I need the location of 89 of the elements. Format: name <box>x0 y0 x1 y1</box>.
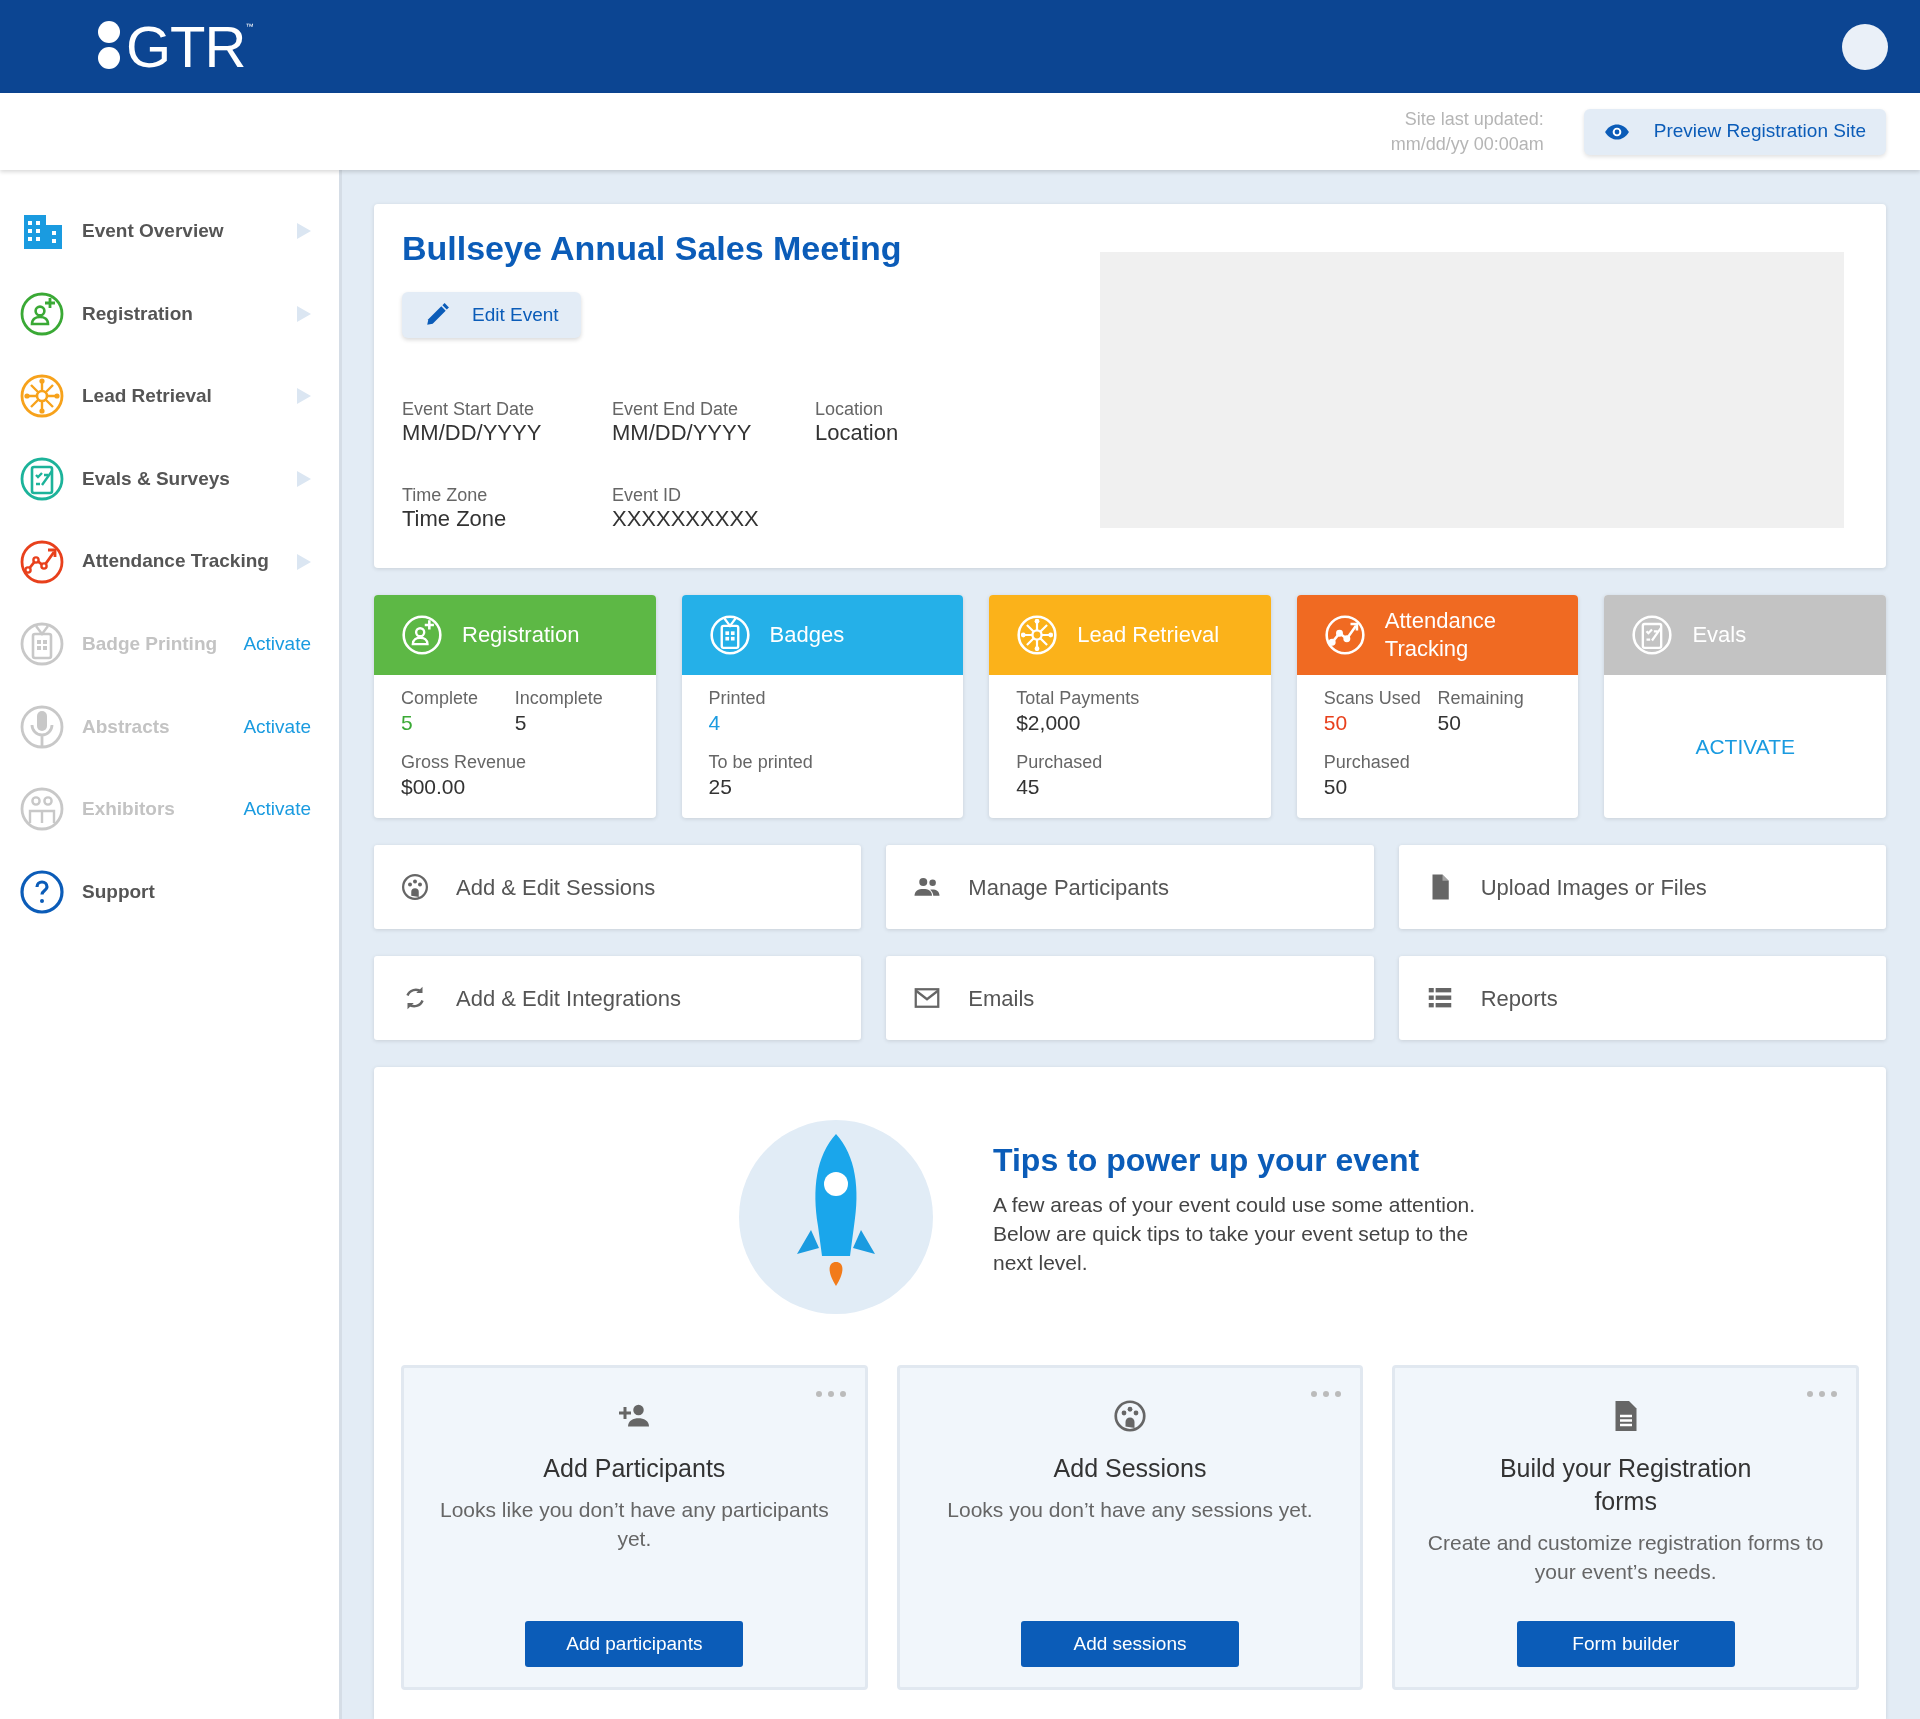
stat-value: 50 <box>1323 774 1349 800</box>
more-icon[interactable] <box>1806 1390 1838 1398</box>
field-label: Event Start Date <box>402 398 536 420</box>
last-updated-label: Site last updated: <box>1404 107 1544 131</box>
tip-action-button[interactable]: Add participants <box>525 1621 744 1667</box>
sidebar-label: Exhibitors <box>82 797 176 822</box>
sidebar-label: Attendance Tracking <box>82 549 270 574</box>
stat-value: 25 <box>708 774 733 800</box>
action-button[interactable]: Upload Images or Files <box>1398 845 1886 929</box>
sidebar-label: Lead Retrieval <box>82 384 213 409</box>
field-label: Event ID <box>612 484 683 506</box>
field-label: Event End Date <box>612 398 740 420</box>
tip-card-text: Looks you don’t have any sessions yet. <box>947 1497 1313 1523</box>
stat-label: Remaining <box>1437 687 1525 709</box>
person-add-icon <box>400 613 444 657</box>
stat-value: 50 <box>1323 710 1349 736</box>
more-icon[interactable] <box>1310 1390 1343 1398</box>
field-value: Location <box>815 420 900 446</box>
action-button[interactable]: Add & Edit Sessions <box>374 845 862 929</box>
sidebar-label: Support <box>82 879 156 904</box>
sidebar-label: Abstracts <box>82 714 171 739</box>
stat-label: Scans Used <box>1323 687 1422 709</box>
chart-icon <box>1322 613 1367 657</box>
sidebar-item[interactable]: Registration <box>0 272 339 356</box>
stat-value: 5 <box>401 710 414 736</box>
field-value: MM/DD/YYYY <box>402 420 543 446</box>
action-button[interactable]: Manage Participants <box>886 845 1374 929</box>
expand-arrow-icon <box>297 471 311 488</box>
action-button[interactable]: Add & Edit Integrations <box>374 956 862 1040</box>
avatar[interactable] <box>1842 23 1888 70</box>
tips-title: Tips to power up your event <box>993 1141 1421 1180</box>
badge-icon <box>707 613 752 657</box>
stat-label: Total Payments <box>1016 687 1141 709</box>
stat-label: Complete <box>401 687 480 709</box>
sidebar-label: Event Overview <box>82 219 225 244</box>
card-title: Evals <box>1692 621 1747 649</box>
tip-card-title: Build your Registration forms <box>1498 1453 1753 1517</box>
stat-value: 45 <box>1016 774 1041 800</box>
card-title: Attendance Tracking <box>1384 607 1498 663</box>
field-value: XXXXXXXXXX <box>612 506 760 532</box>
card-title: Badges <box>769 621 845 649</box>
expand-arrow-icon <box>297 305 311 322</box>
sidebar-item[interactable]: Evals & Surveys <box>0 437 339 521</box>
expand-arrow-icon <box>297 553 311 570</box>
clipboard-icon <box>1630 613 1675 657</box>
stat-label: Printed <box>708 687 767 709</box>
tip-card-title: Add Sessions <box>1052 1453 1208 1484</box>
sidebar-label: Registration <box>82 301 194 326</box>
stat-value: 5 <box>514 710 528 736</box>
stat-value: 50 <box>1437 710 1462 736</box>
stat-label: Purchased <box>1323 751 1411 773</box>
sidebar-label: Evals & Surveys <box>82 466 231 491</box>
pencil-icon <box>424 302 450 328</box>
tip-action-button[interactable]: Form builder <box>1516 1621 1735 1667</box>
tip-card-text: Looks like you don’t have any participants yet. <box>438 1497 830 1552</box>
network-icon <box>1015 613 1060 657</box>
tips-text: A few areas of your event could use some attention. Below are quick tips to take your event setup to the next level. <box>993 1192 1477 1276</box>
sidebar-item[interactable]: Event Overview <box>0 190 339 273</box>
expand-arrow-icon <box>297 388 311 405</box>
field-value: Time Zone <box>402 506 508 532</box>
stat-value: 4 <box>708 710 722 736</box>
field-value: MM/DD/YYYY <box>612 420 753 446</box>
preview-button[interactable]: Preview Registration Site <box>1583 108 1886 155</box>
expand-arrow-icon <box>297 223 311 240</box>
stat-label: Gross Revenue <box>401 751 528 773</box>
sidebar-item[interactable]: Support <box>0 850 339 934</box>
stat-label: Purchased <box>1016 751 1104 773</box>
stat-label: To be printed <box>708 751 814 773</box>
tip-card-title: Add Participants <box>542 1453 727 1484</box>
field-label: Time Zone <box>402 484 489 506</box>
action-button[interactable]: Emails <box>886 956 1374 1040</box>
action-button[interactable]: Reports <box>1398 956 1886 1040</box>
stat-label: Incomplete <box>514 687 604 709</box>
stat-value: $00.00 <box>401 774 467 800</box>
more-icon[interactable] <box>814 1390 847 1398</box>
sidebar-item[interactable]: Lead Retrieval <box>0 355 339 438</box>
tip-action-button[interactable]: Add sessions <box>1021 1621 1239 1667</box>
edit-event-button[interactable]: Edit Event <box>402 292 581 338</box>
event-title: Bullseye Annual Sales Meeting <box>402 228 903 269</box>
sidebar-label: Badge Printing <box>82 632 219 656</box>
logo: GTR™ <box>98 16 254 77</box>
help-icon <box>18 868 66 917</box>
sidebar-item[interactable]: Attendance Tracking <box>0 520 339 603</box>
card-title: Lead Retrieval <box>1077 621 1220 649</box>
tip-card-text: Create and customize registration forms to your event’s needs. <box>1426 1530 1825 1585</box>
last-updated-value: mm/dd/yy 00:00am <box>1390 132 1544 156</box>
field-label: Location <box>815 398 885 420</box>
stat-value: $2,000 <box>1016 710 1082 736</box>
card-title: Registration <box>462 621 580 649</box>
